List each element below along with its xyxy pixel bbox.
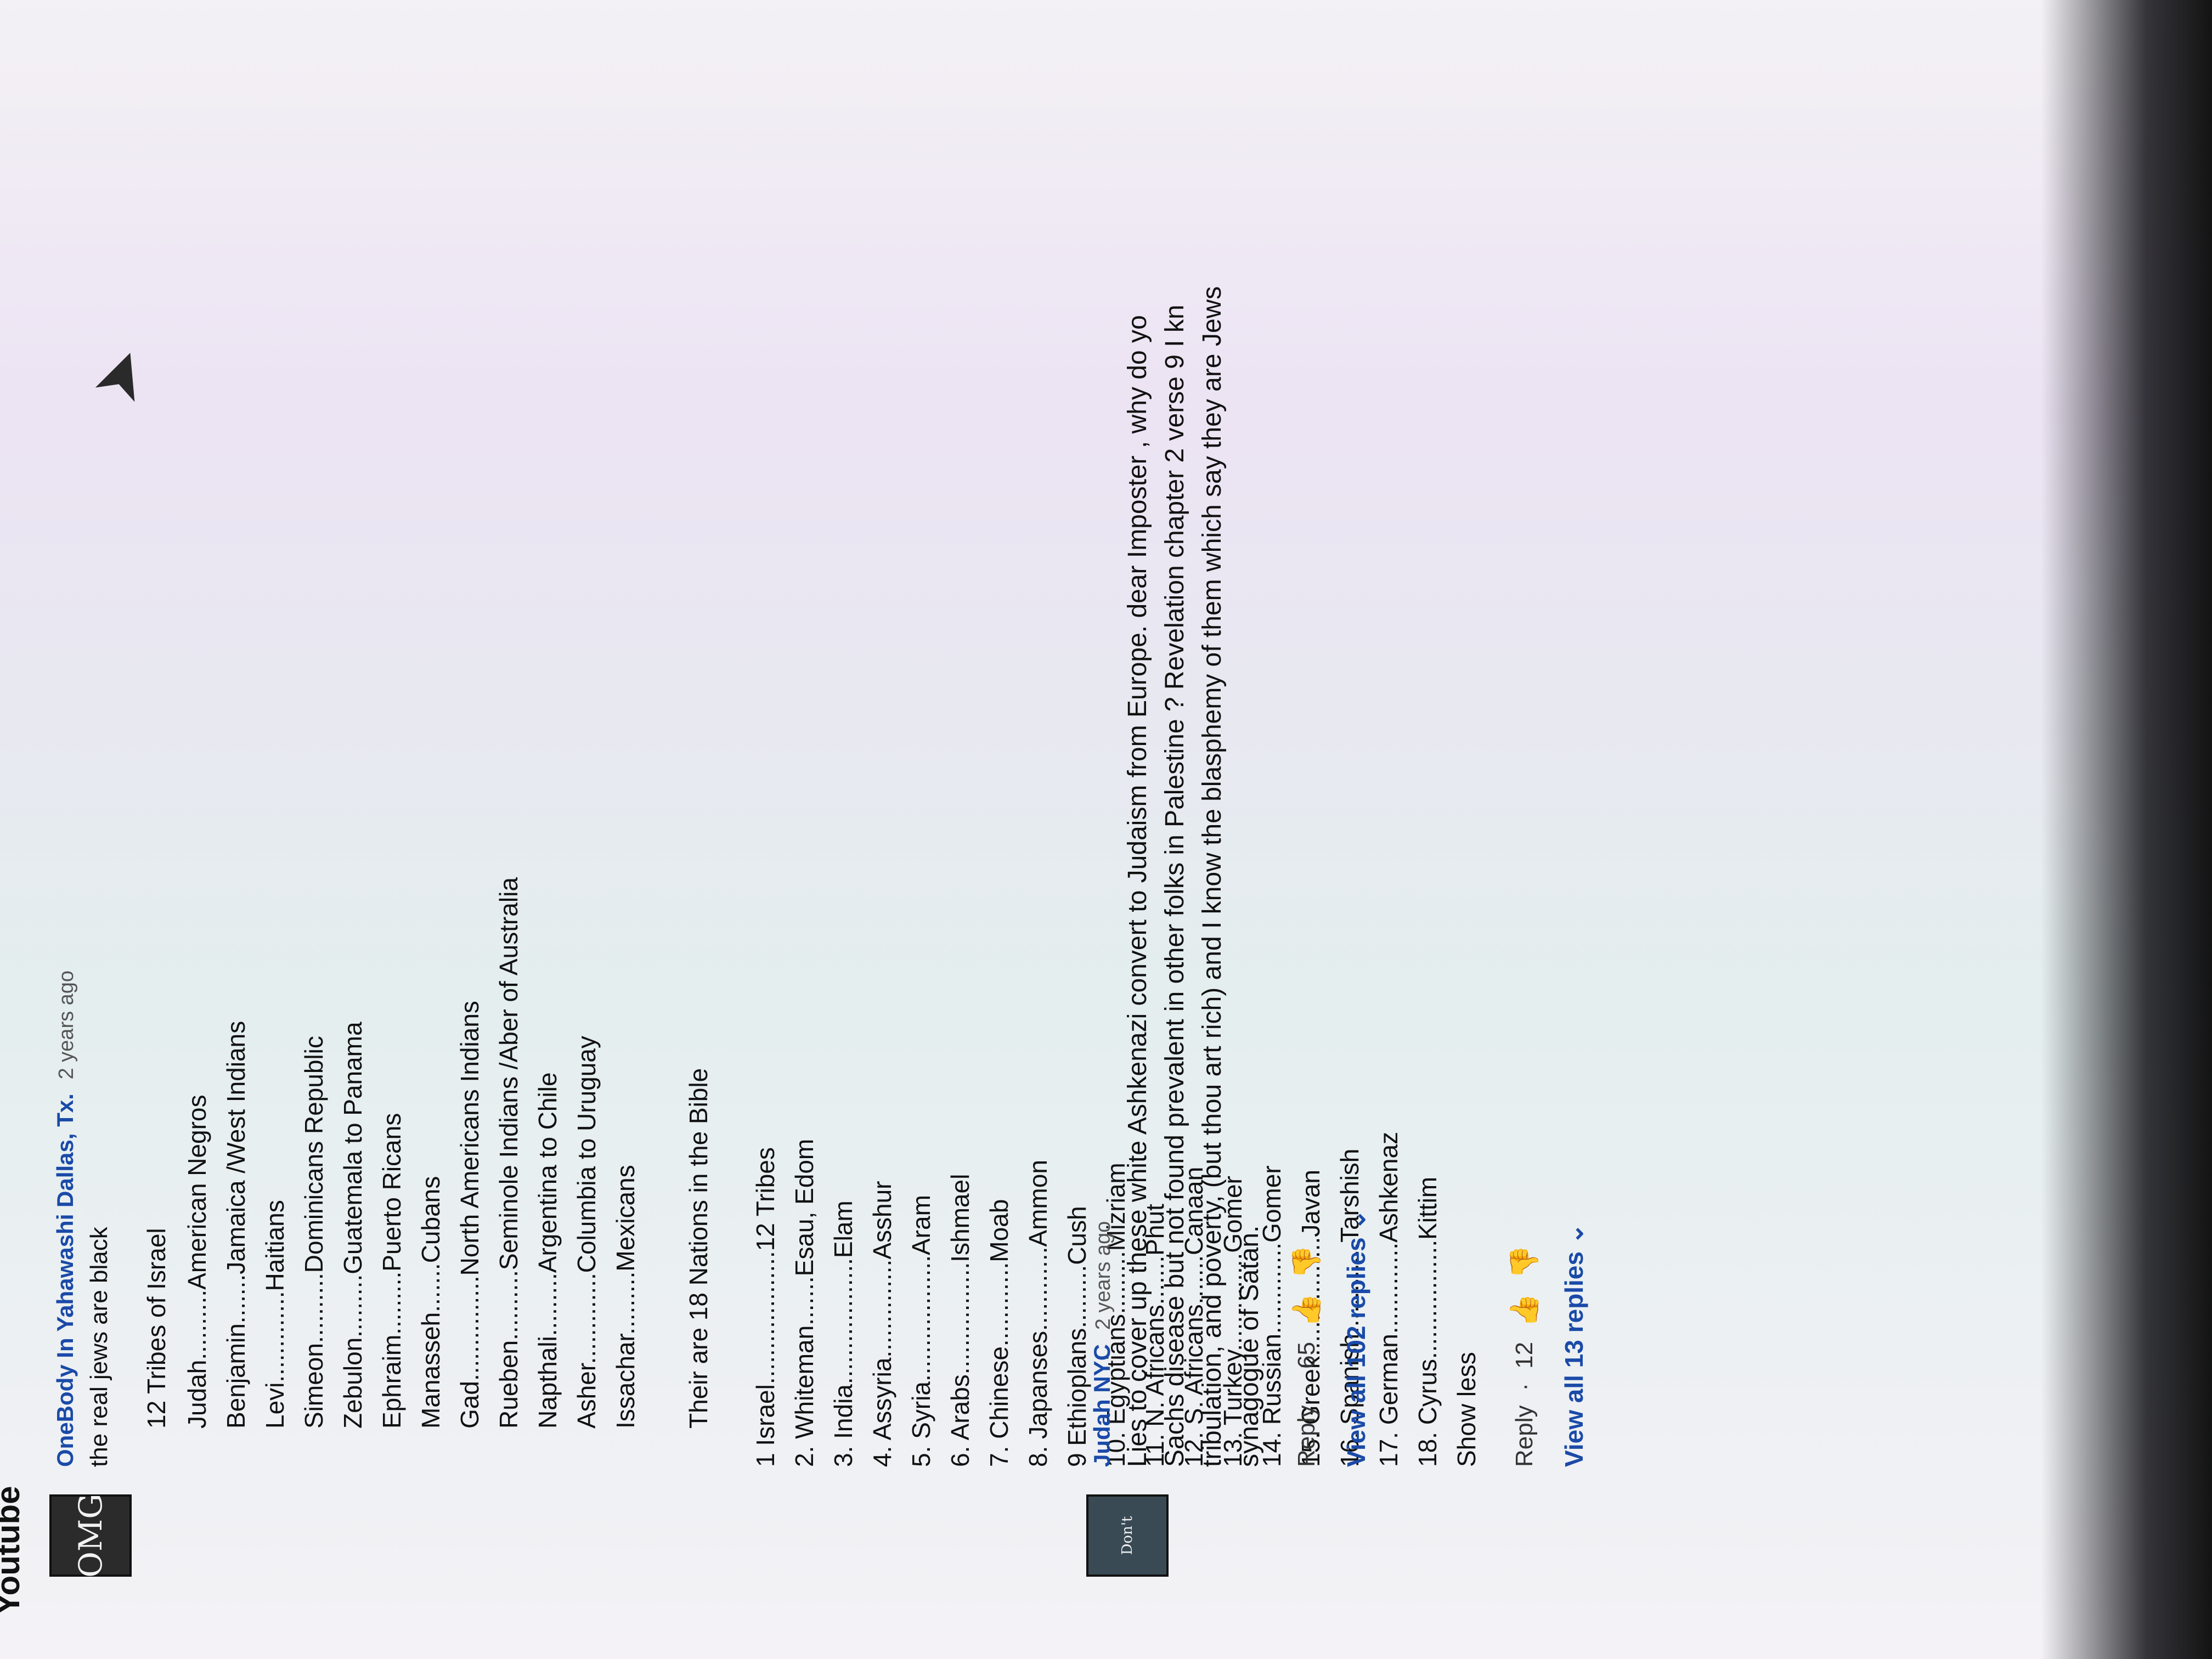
- separator-dot: ·: [1510, 1383, 1538, 1391]
- comment-intro: the real jews are black: [86, 1227, 112, 1467]
- youtube-comments-page: Youtube OMG OneBody In Yahawashi Dallas,…: [0, 0, 2212, 1659]
- list-item: 4. Assyria..............Asshur: [868, 1181, 896, 1468]
- list-item: Manasseh.......Cubans: [416, 1176, 445, 1429]
- comment-text-line: Sachs disease but not found prevalent in…: [1160, 304, 1189, 1467]
- avatar[interactable]: Don't: [1086, 1494, 1169, 1577]
- comment-actions: Reply · 65 👍 👎: [1290, 33, 1323, 1467]
- view-replies-label: View all 13 replies: [1560, 1251, 1588, 1467]
- chevron-down-icon: ⌄: [1560, 1223, 1588, 1245]
- thumbs-down-icon[interactable]: 👎: [1290, 1245, 1323, 1279]
- tribes-list: Judah..........American Negros Benjamin.…: [178, 33, 645, 1429]
- view-replies-link[interactable]: View all 13 replies ⌄: [1559, 33, 1589, 1467]
- comment-body: Judah NYC 2 years ago Lies to cover up t…: [1086, 33, 1371, 1467]
- author-name[interactable]: Judah NYC: [1089, 1344, 1115, 1467]
- list-item: Levi.............Haitians: [261, 1200, 289, 1429]
- list-item: 18. Cyrus.................Kittim: [1413, 1176, 1442, 1467]
- comment-timestamp[interactable]: 2 years ago: [1092, 1221, 1115, 1330]
- tribes-block: 12 Tribes of Israel Judah..........Ameri…: [142, 33, 713, 1467]
- list-item: 17. German.............Ashkenaz: [1374, 1131, 1403, 1467]
- comment-actions: Reply · 12 👍 👎: [1508, 33, 1541, 1467]
- thumbs-up-icon[interactable]: 👍: [1508, 1294, 1541, 1328]
- comment-text-line: synagogue of Satan.: [1235, 1225, 1264, 1467]
- list-item: 3. India..................Elam: [829, 1200, 857, 1467]
- like-count: 65: [1293, 1341, 1320, 1369]
- list-item: Rueben..........Seminole Indians /Aber o…: [494, 877, 523, 1429]
- list-item: Zebulon.........Guatemala to Panama: [338, 1022, 367, 1429]
- list-item: Gad...............North Americans Indian…: [455, 1001, 484, 1429]
- list-item: Ephraim.........Puerto Ricans: [377, 1113, 406, 1429]
- list-item: 2. Whiteman.......Esau, Edom: [790, 1138, 819, 1467]
- comment-header: Judah NYC 2 years ago: [1086, 33, 1119, 1467]
- comment-text-line: tribulation, and poverty, (but thou art …: [1198, 286, 1227, 1467]
- screen-edge-shadow: [2041, 0, 2212, 1659]
- list-item: 5. Syria..................Aram: [907, 1195, 935, 1467]
- list-item: 8. Japanses............Ammon: [1024, 1160, 1052, 1467]
- list-item: Issachar.........Mexicans: [611, 1165, 640, 1429]
- list-item: Simeon..........Dominicans Republic: [300, 1036, 328, 1429]
- reply-button[interactable]: Reply: [1511, 1406, 1538, 1468]
- nations-title: Their are 18 Nations in the Bible: [684, 1068, 713, 1429]
- author-name[interactable]: OneBody In Yahawashi Dallas, Tx.: [52, 1093, 78, 1467]
- comment-header: OneBody In Yahawashi Dallas, Tx. 2 years…: [49, 33, 82, 1467]
- list-item: 1 Israel...................12 Tribes: [751, 1147, 780, 1467]
- thumbs-down-icon[interactable]: 👎: [1508, 1245, 1541, 1279]
- list-item: Judah..........American Negros: [183, 1094, 211, 1429]
- list-item: Benjamin.......Jamaica /West Indians: [222, 1020, 250, 1429]
- list-item: Asher.............Columbia to Uruguay: [572, 1036, 601, 1429]
- separator-dot: ·: [1293, 1383, 1320, 1391]
- list-item: 6. Arabs................Ishmael: [946, 1173, 974, 1467]
- header-fragment: Youtube: [0, 1486, 26, 1615]
- chevron-down-icon: ⌄: [1342, 1209, 1370, 1231]
- view-replies-link[interactable]: View all 102 replies ⌄: [1341, 33, 1371, 1467]
- comment-text-line: Lies to cover up these white Ashkenazi c…: [1123, 315, 1152, 1467]
- like-count: 12: [1510, 1341, 1538, 1369]
- show-less-link[interactable]: Show less: [1447, 33, 1486, 1467]
- list-item: Napthali.........Argentina to Chile: [533, 1072, 562, 1429]
- list-item: 7. Chinese............Moab: [985, 1199, 1013, 1467]
- view-replies-label: View all 102 replies: [1342, 1237, 1370, 1467]
- reply-button[interactable]: Reply: [1293, 1406, 1321, 1468]
- avatar[interactable]: OMG: [49, 1493, 132, 1578]
- tribes-title: 12 Tribes of Israel: [142, 1228, 171, 1429]
- thumbs-up-icon[interactable]: 👍: [1290, 1294, 1323, 1328]
- comment-timestamp[interactable]: 2 years ago: [55, 970, 78, 1080]
